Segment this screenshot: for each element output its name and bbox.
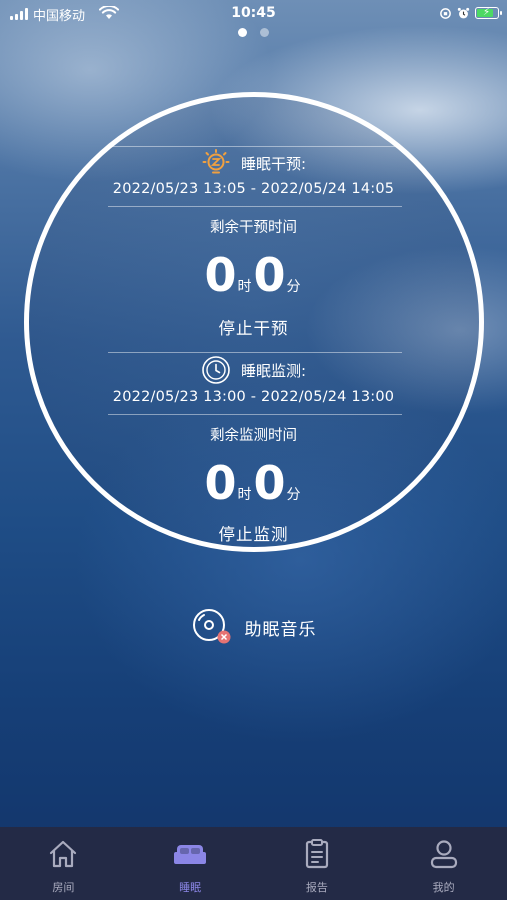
intervention-remaining-label: 剩余干预时间 [210,220,297,236]
battery-icon: ⚡ [475,7,502,19]
tab-sleep[interactable]: 睡眠 [127,827,254,900]
monitoring-header: 睡眠监测: [0,355,507,385]
divider [108,206,402,207]
tab-room[interactable]: 房间 [0,827,127,900]
tab-label: 报告 [305,881,328,894]
user-icon [430,840,457,869]
intervention-title: 睡眠干预: [240,154,307,173]
intervention-date-range: 2022/05/23 13:05 - 2022/05/24 14:05 [112,181,395,197]
monitoring-countdown: 0时0分 [0,458,507,508]
hours-unit: 时 [237,279,252,295]
stop-monitoring-button[interactable]: 停止监测 [0,521,507,545]
page-dot[interactable] [238,28,247,37]
orientation-lock-icon [440,7,451,19]
monitoring-hours: 0 [204,456,237,510]
monitoring-minutes: 0 [253,456,286,510]
tab-label: 我的 [432,881,455,894]
divider [108,146,402,147]
page-indicator[interactable] [0,28,507,37]
tab-mine[interactable]: 我的 [380,827,507,900]
home-icon [50,840,77,868]
page-dot[interactable] [260,28,269,37]
tab-label: 睡眠 [179,881,202,894]
minutes-unit: 分 [286,487,301,503]
intervention-countdown: 0时0分 [0,250,507,300]
sleep-music-button[interactable]: 助眠音乐 [0,606,507,648]
tab-label: 房间 [52,881,75,894]
clock-time: 10:45 [231,5,276,21]
clipboard-icon [305,839,328,869]
music-disc-icon [192,609,230,644]
minutes-unit: 分 [286,279,301,295]
monitoring-remaining-label: 剩余监测时间 [210,428,297,444]
divider [108,352,402,353]
bed-icon [174,845,207,864]
alarm-icon [457,7,470,18]
stop-intervention-button[interactable]: 停止干预 [0,315,507,339]
sleep-music-label: 助眠音乐 [244,619,317,640]
hours-unit: 时 [237,487,252,503]
monitoring-date-range: 2022/05/23 13:00 - 2022/05/24 13:00 [112,389,395,405]
clock-icon [202,356,230,384]
monitoring-title: 睡眠监测: [240,361,307,380]
sleep-lamp-icon [202,149,230,174]
tab-report[interactable]: 报告 [254,827,381,900]
intervention-minutes: 0 [253,248,286,302]
intervention-header: 睡眠干预: [0,148,507,178]
divider [108,414,402,415]
status-bar: 中国移动 10:45 ⚡ [0,0,507,28]
intervention-hours: 0 [204,248,237,302]
tab-bar: 房间 睡眠 报告 我的 [0,827,507,900]
